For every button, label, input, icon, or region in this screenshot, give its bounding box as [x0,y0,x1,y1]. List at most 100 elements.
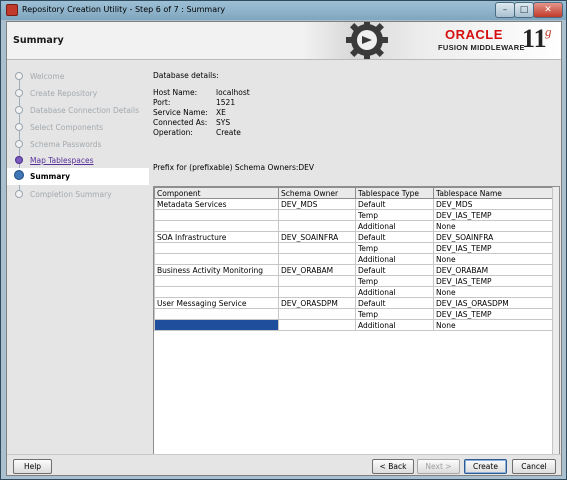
nav-item-select-components: Select Components [7,120,149,135]
table-row[interactable]: User Messaging Service DEV_ORASDPM Defau… [154,297,553,309]
table-cell: DEV_MDS [433,198,553,210]
nav-item-database-connection: Database Connection Details [7,103,149,118]
nav-item-label: Select Components [30,123,103,132]
title-bar[interactable]: Repository Creation Utility - Step 6 of … [1,1,566,20]
version-suffix: g [545,24,552,39]
detail-key: Connected As: [153,118,208,127]
table-row[interactable]: SOA Infrastructure DEV_SOAINFRA Default … [154,231,553,243]
header: Summary ORACLE FUSION MIDDLEWARE 11 g [7,22,561,60]
table-cell: Default [355,231,434,243]
table-cell [154,286,279,298]
column-header-tablespace-type[interactable]: Tablespace Type [355,187,434,199]
table-cell: DEV_SOAINFRA [433,231,553,243]
table-cell: DEV_IAS_TEMP [433,209,553,221]
table-cell: DEV_ORASDPM [278,297,356,309]
table-cell [154,220,279,232]
detail-value: Create [216,128,241,137]
table-cell [154,209,279,221]
maximize-button[interactable]: □ [514,2,534,18]
detail-value: 1521 [216,98,236,107]
detail-operation: Operation: Create [153,128,241,137]
rcu-window: Repository Creation Utility - Step 6 of … [0,0,567,480]
table-row[interactable]: Business Activity Monitoring DEV_ORABAM … [154,264,553,276]
table-cell: None [433,319,553,331]
table-cell: DEV_MDS [278,198,356,210]
table-scrollbar[interactable] [552,187,559,466]
table-cell: User Messaging Service [154,297,279,309]
close-button[interactable]: ✕ [533,2,563,18]
column-header-schema-owner[interactable]: Schema Owner [278,187,356,199]
table-cell [278,220,356,232]
table-cell: Temp [355,275,434,287]
table-cell [278,209,356,221]
create-button[interactable]: Create [464,459,507,474]
nav-item-create-repository: Create Repository [7,86,149,101]
detail-value: XE [216,108,226,117]
step-dot-icon [15,140,23,148]
cancel-button[interactable]: Cancel [512,459,556,474]
page-title: Summary [13,35,64,46]
detail-key: Host Name: [153,88,198,97]
table-row[interactable]: Temp DEV_IAS_TEMP [154,308,553,320]
detail-value: SYS [216,118,231,127]
detail-key: Service Name: [153,108,208,117]
table-row[interactable]: Additional None [154,220,553,232]
table-cell [278,242,356,254]
nav-item-label: Welcome [30,72,65,81]
gear-icon [346,22,388,59]
table-cell: None [433,286,553,298]
table-row[interactable]: Temp DEV_IAS_TEMP [154,275,553,287]
nav-item-label: Schema Passwords [30,140,102,149]
detail-port: Port: 1521 [153,98,235,107]
schema-prefix-text: Prefix for (prefixable) Schema Owners:DE… [153,163,315,172]
table-cell: DEV_ORABAM [278,264,356,276]
back-button[interactable]: < Back [372,459,414,474]
table-cell: Additional [355,286,434,298]
table-row[interactable]: Temp DEV_IAS_TEMP [154,209,553,221]
table-cell [154,275,279,287]
nav-item-label[interactable]: Map Tablespaces [30,156,94,165]
table-cell: DEV_ORABAM [433,264,553,276]
step-dot-icon [15,123,23,131]
detail-connected-as: Connected As: SYS [153,118,230,127]
column-header-tablespace-name[interactable]: Tablespace Name [433,187,553,199]
minimize-button[interactable]: – [495,2,515,18]
step-dot-icon [15,72,23,80]
help-button-label: Help [23,462,42,471]
nav-item-map-tablespaces[interactable]: Map Tablespaces [7,153,149,168]
back-button-label: < Back [379,462,407,471]
detail-value: localhost [216,88,250,97]
fusion-middleware-label: FUSION MIDDLEWARE [438,43,525,52]
cancel-button-label: Cancel [521,462,547,471]
table-cell: DEV_IAS_TEMP [433,275,553,287]
table-cell: DEV_IAS_ORASDPM [433,297,553,309]
table-cell-selected [154,319,279,331]
nav-item-label: Create Repository [30,89,98,98]
table-cell: Additional [355,319,434,331]
nav-item-label: Summary [30,172,71,181]
table-row[interactable]: Additional None [154,286,553,298]
table-cell [278,286,356,298]
nav-item-label: Completion Summary [30,190,112,199]
column-header-component[interactable]: Component [154,187,279,199]
table-cell: Metadata Services [154,198,279,210]
table-row[interactable]: Temp DEV_IAS_TEMP [154,242,553,254]
step-dot-icon [15,106,23,114]
schema-table[interactable]: Component Schema Owner Tablespace Type T… [153,186,560,467]
table-row-selected[interactable]: Additional None [154,319,553,331]
client-area: Summary ORACLE FUSION MIDDLEWARE 11 g We… [6,21,562,476]
table-cell: None [433,220,553,232]
table-cell [154,242,279,254]
table-cell: Temp [355,242,434,254]
nav-item-welcome: Welcome [7,69,149,84]
table-cell [278,308,356,320]
nav-item-summary: Summary [7,168,149,185]
help-button[interactable]: Help [13,459,52,474]
summary-content: Database details: Host Name: localhost Po… [151,62,560,467]
table-row[interactable]: Metadata Services DEV_MDS Default DEV_MD… [154,198,553,210]
database-details-heading: Database details: [153,71,219,80]
next-button[interactable]: Next > [417,459,460,474]
detail-key: Operation: [153,128,193,137]
table-cell: Temp [355,209,434,221]
table-row[interactable]: Additional None [154,253,553,265]
